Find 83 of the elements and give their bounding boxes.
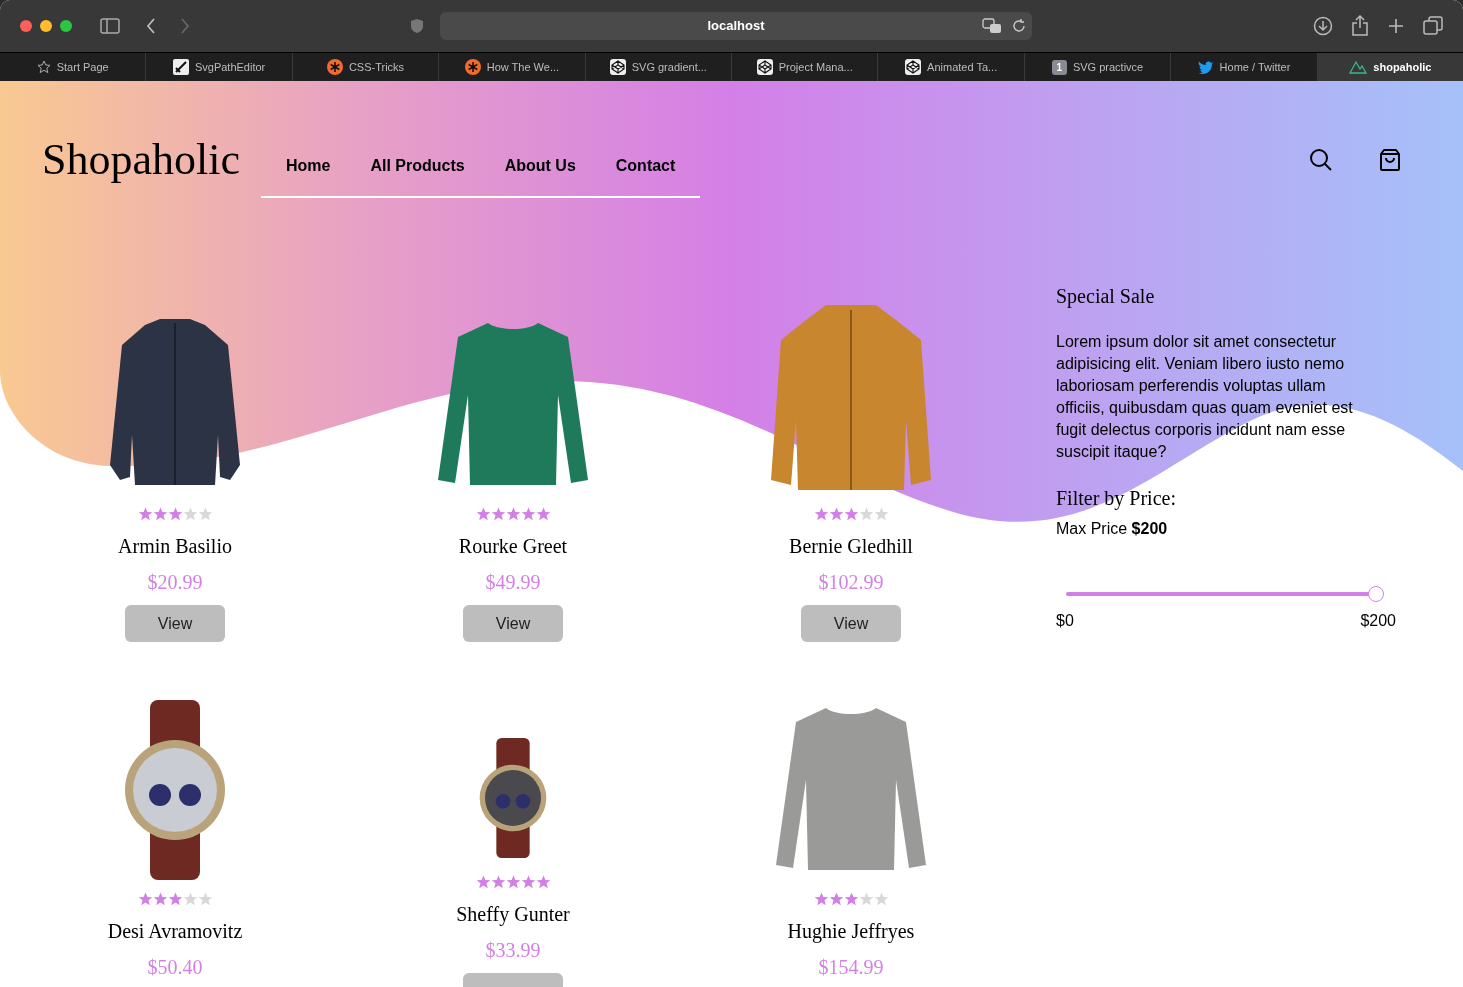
bird-icon	[1197, 60, 1214, 74]
search-icon[interactable]	[1309, 148, 1333, 172]
nav-link[interactable]: About Us	[504, 154, 576, 178]
star-icon	[197, 892, 213, 906]
product-price: $50.40	[147, 955, 203, 980]
star-icon	[813, 507, 829, 521]
share-icon[interactable]	[1351, 15, 1369, 37]
browser-tab[interactable]: shopaholic	[1317, 53, 1463, 81]
product-name: Desi Avramovitz	[107, 919, 243, 944]
star-icon	[858, 892, 874, 906]
shield-icon[interactable]	[410, 18, 424, 34]
pen-icon	[172, 59, 189, 75]
maximize-button[interactable]	[60, 20, 72, 32]
star-icon	[182, 507, 198, 521]
product-price: $33.99	[485, 938, 541, 963]
star-icon	[475, 875, 491, 889]
nav-link[interactable]: All Products	[370, 154, 465, 178]
download-icon[interactable]	[1313, 16, 1333, 36]
star-icon	[520, 875, 536, 889]
sale-description: Lorem ipsum dolor sit amet consectetur adipisicing elit. Veniam libero iusto nemo laboriosam perferendis voluptas ullam officiis, quibusdam quas quam eveniet est fugit delectus corporis incidunt nam esse suscipit itaque?	[1056, 332, 1354, 462]
filter-title: Filter by Price:	[1056, 486, 1177, 512]
product-name: Bernie Gledhill	[789, 534, 913, 559]
product-name: Hughie Jeffryes	[787, 919, 915, 945]
product-name: Rourke Greet	[458, 534, 568, 559]
star-icon	[873, 892, 889, 906]
star-icon	[505, 875, 521, 889]
cube-icon	[756, 59, 773, 75]
asterisk-icon	[464, 59, 481, 75]
close-button[interactable]	[20, 20, 32, 32]
product-name: Armin Basilio	[118, 534, 232, 559]
back-icon[interactable]	[146, 18, 156, 34]
asterisk-icon	[326, 59, 343, 75]
star-icon	[490, 507, 506, 521]
shopping-bag-icon[interactable]	[1379, 148, 1401, 172]
nav-link[interactable]: Home	[286, 154, 331, 178]
max-price-label: Max Price $200	[1056, 519, 1169, 539]
product-price: $102.99	[818, 570, 884, 595]
cube-icon	[905, 59, 922, 75]
star-icon	[873, 507, 889, 521]
slider-thumb[interactable]	[1368, 586, 1384, 602]
star-icon	[197, 507, 213, 521]
slider-min-label: $0	[1056, 611, 1074, 631]
star-icon	[137, 892, 153, 906]
mountain-icon	[1349, 60, 1368, 74]
tab-badge: 1	[1051, 59, 1067, 75]
star-icon	[535, 875, 551, 889]
reload-icon[interactable]	[1012, 19, 1026, 33]
translate-icon[interactable]	[982, 18, 1002, 34]
sidebar-icon[interactable]	[100, 18, 120, 34]
sidebar-title: Special Sale	[1056, 284, 1156, 310]
star-icon	[137, 507, 153, 521]
plus-icon[interactable]	[1387, 17, 1405, 35]
star-icon	[828, 892, 844, 906]
address-bar[interactable]: localhost	[440, 12, 1032, 40]
star-icon	[520, 507, 536, 521]
star-icon	[36, 60, 51, 74]
star-icon	[843, 507, 859, 521]
product-price: $154.99	[818, 955, 884, 980]
star-icon	[828, 507, 844, 521]
star-icon	[182, 892, 198, 906]
view-button[interactable]: View	[125, 605, 225, 642]
star-icon	[475, 507, 491, 521]
star-icon	[167, 892, 183, 906]
product-price: $20.99	[147, 570, 203, 595]
cube-icon	[609, 59, 626, 75]
star-icon	[505, 507, 521, 521]
star-icon	[858, 507, 874, 521]
star-icon	[535, 507, 551, 521]
star-icon	[490, 875, 506, 889]
star-icon	[152, 892, 168, 906]
slider-max-label: $200	[1360, 611, 1396, 631]
view-button[interactable]: View	[463, 605, 563, 642]
logo[interactable]: Shopaholic	[42, 127, 240, 193]
tabs-overview-icon[interactable]	[1423, 16, 1443, 36]
star-icon	[843, 892, 859, 906]
minimize-button[interactable]	[40, 20, 52, 32]
star-icon	[152, 507, 168, 521]
nav-link[interactable]: Contact	[615, 154, 676, 178]
view-button[interactable]: View	[801, 605, 901, 642]
product-name: Sheffy Gunter	[456, 902, 570, 928]
product-price: $49.99	[485, 570, 541, 595]
star-icon	[167, 507, 183, 521]
star-icon	[813, 892, 829, 906]
